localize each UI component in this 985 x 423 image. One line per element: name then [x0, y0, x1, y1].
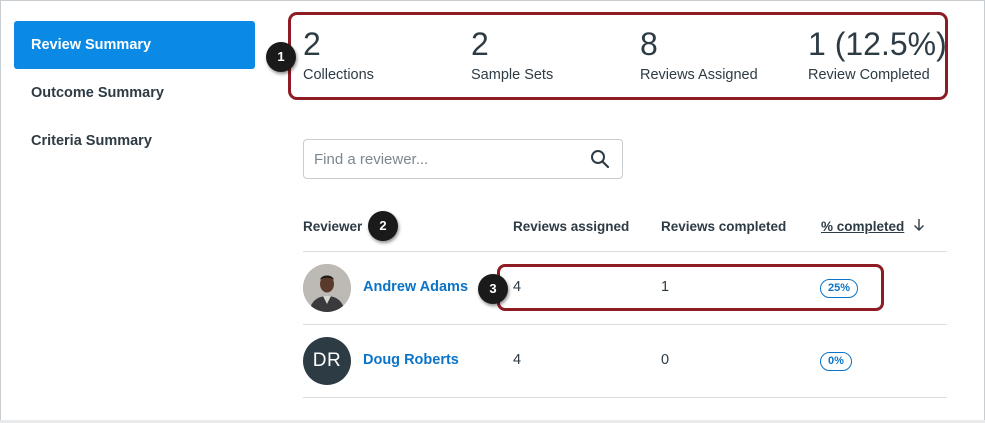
- reviewer-search-input[interactable]: [314, 148, 584, 170]
- reviewer-name-link[interactable]: Doug Roberts: [363, 352, 459, 368]
- divider: [303, 397, 947, 398]
- avatar-photo-icon: [303, 264, 351, 312]
- column-header-reviews-assigned[interactable]: Reviews assigned: [513, 219, 629, 234]
- column-header-percent-completed[interactable]: % completed: [821, 219, 904, 234]
- percent-completed-badge: 0%: [820, 352, 852, 371]
- column-header-reviews-completed[interactable]: Reviews completed: [661, 219, 786, 234]
- row-highlight-box: [497, 264, 884, 311]
- nav-criteria-summary[interactable]: Criteria Summary: [14, 117, 255, 165]
- arrow-down-icon[interactable]: [912, 217, 926, 233]
- reviews-assigned-value: 4: [513, 352, 522, 368]
- reviews-completed-value: 0: [661, 352, 670, 368]
- reviewer-name-link[interactable]: Andrew Adams: [363, 279, 468, 295]
- search-icon[interactable]: [590, 149, 610, 169]
- nav-outcome-summary[interactable]: Outcome Summary: [14, 69, 255, 117]
- column-header-reviewer[interactable]: Reviewer: [303, 219, 362, 234]
- nav-review-summary[interactable]: Review Summary: [14, 21, 255, 69]
- annotation-badge-2: 2: [368, 211, 398, 241]
- sidebar-nav: Review Summary Outcome Summary Criteria …: [14, 21, 255, 165]
- avatar: DR: [303, 337, 351, 385]
- table-row: DR Doug Roberts 4 0 0%: [303, 325, 947, 397]
- annotation-badge-1: 1: [266, 42, 296, 72]
- annotation-badge-3: 3: [478, 274, 508, 304]
- avatar: [303, 264, 351, 312]
- stats-highlight-box: [288, 12, 948, 100]
- reviewer-search: [303, 139, 623, 179]
